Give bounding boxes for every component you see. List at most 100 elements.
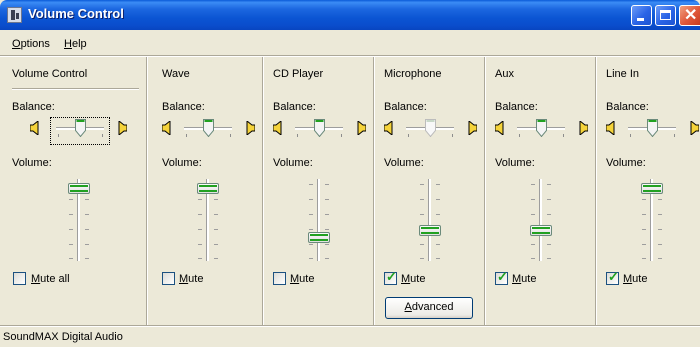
balance-slider[interactable] (56, 119, 104, 141)
volume-thumb[interactable] (530, 225, 552, 236)
balance-slider[interactable] (295, 119, 343, 141)
checkmark-icon: ✓ (608, 269, 619, 284)
column-separator (262, 57, 264, 325)
volume-slider[interactable] (304, 179, 334, 261)
menu-help[interactable]: Help (64, 38, 87, 50)
channel-title: Wave (162, 68, 190, 80)
volume-tick (214, 199, 218, 200)
volume-thumb[interactable] (308, 232, 330, 243)
volume-label: Volume: (162, 157, 202, 169)
volume-tick (436, 184, 440, 185)
volume-tick (198, 199, 202, 200)
balance-slider[interactable] (628, 119, 676, 141)
channel-title: Volume Control (12, 68, 88, 80)
column-separator (146, 57, 148, 325)
channel-title: Line In (606, 68, 640, 80)
volume-tick (642, 214, 646, 215)
volume-tick (69, 258, 73, 259)
volume-thumb[interactable] (197, 183, 219, 194)
speaker-left-icon (273, 121, 282, 135)
balance-thumb[interactable] (203, 119, 214, 137)
status-bar-separator (0, 325, 700, 327)
mute-mnemonic: M (290, 273, 300, 285)
close-button[interactable]: ✕ (679, 5, 700, 26)
channel-volume-control: Volume Control Balance: Volume: ✓ Mute a… (12, 57, 142, 325)
volume-tick (198, 229, 202, 230)
volume-tick (214, 258, 218, 259)
volume-tick (85, 244, 89, 245)
volume-slider[interactable] (415, 179, 445, 261)
menu-help-label: elp (71, 38, 87, 50)
column-separator (484, 57, 486, 325)
volume-track (428, 179, 431, 261)
volume-label: Volume: (495, 157, 535, 169)
menu-options[interactable]: Options (12, 38, 50, 50)
balance-thumb[interactable] (536, 119, 547, 137)
balance-tick (102, 134, 103, 137)
balance-tick (674, 134, 675, 137)
volume-tick (420, 214, 424, 215)
advanced-mnemonic: A (404, 301, 412, 313)
balance-thumb[interactable] (75, 119, 86, 137)
minimize-button[interactable] (631, 5, 652, 26)
volume-tick (420, 199, 424, 200)
volume-tick (531, 244, 535, 245)
speaker-app-icon (7, 7, 22, 23)
mute-checkbox[interactable]: ✓ (13, 272, 26, 285)
volume-slider[interactable] (193, 179, 223, 261)
volume-tick (69, 244, 73, 245)
mute-checkbox[interactable]: ✓ (273, 272, 286, 285)
volume-tick (531, 214, 535, 215)
mute-label-rest: ute all (40, 273, 70, 285)
mute-mnemonic: M (401, 273, 411, 285)
volume-slider[interactable] (526, 179, 556, 261)
volume-label: Volume: (273, 157, 313, 169)
volume-tick (198, 258, 202, 259)
menu-options-label: ptions (20, 38, 50, 50)
speaker-right-icon (690, 121, 699, 135)
volume-thumb[interactable] (641, 183, 663, 194)
speaker-left-icon (384, 121, 393, 135)
volume-slider[interactable] (637, 179, 667, 261)
balance-thumb[interactable] (314, 119, 325, 137)
volume-tick (420, 184, 424, 185)
balance-thumb[interactable] (647, 119, 658, 137)
volume-tick (642, 199, 646, 200)
advanced-button[interactable]: Advanced (385, 297, 473, 319)
volume-thumb[interactable] (419, 225, 441, 236)
volume-tick (642, 244, 646, 245)
volume-control-window: Volume Control ✕ Options Help Volume Con… (0, 0, 700, 347)
volume-tick (325, 244, 329, 245)
volume-tick (214, 244, 218, 245)
volume-tick (309, 258, 313, 259)
mute-label-rest: ute (299, 273, 315, 285)
balance-label: Balance: (384, 101, 427, 113)
maximize-button[interactable] (655, 5, 676, 26)
volume-tick (531, 199, 535, 200)
volume-label: Volume: (384, 157, 424, 169)
balance-label: Balance: (495, 101, 538, 113)
mute-checkbox[interactable]: ✓ (495, 269, 508, 285)
volume-tick (198, 244, 202, 245)
volume-label: Volume: (12, 157, 52, 169)
mute-label-rest: ute (632, 273, 648, 285)
balance-thumb[interactable] (425, 119, 436, 137)
checkmark-icon: ✓ (386, 269, 397, 284)
mute-label-rest: ute (521, 273, 537, 285)
balance-slider[interactable] (184, 119, 232, 141)
mute-mnemonic: M (512, 273, 522, 285)
close-icon: ✕ (684, 7, 698, 24)
volume-slider[interactable] (64, 179, 94, 261)
mute-label: Mute (512, 273, 536, 285)
mute-checkbox[interactable]: ✓ (162, 272, 175, 285)
balance-slider[interactable] (517, 119, 565, 141)
mute-checkbox[interactable]: ✓ (606, 269, 619, 285)
balance-slider[interactable] (406, 119, 454, 141)
title-bar[interactable]: Volume Control ✕ (0, 0, 700, 30)
minimize-icon (637, 18, 644, 21)
mute-checkbox[interactable]: ✓ (384, 269, 397, 285)
volume-tick (325, 229, 329, 230)
volume-tick (642, 258, 646, 259)
volume-thumb[interactable] (68, 183, 90, 194)
column-separator (595, 57, 597, 325)
